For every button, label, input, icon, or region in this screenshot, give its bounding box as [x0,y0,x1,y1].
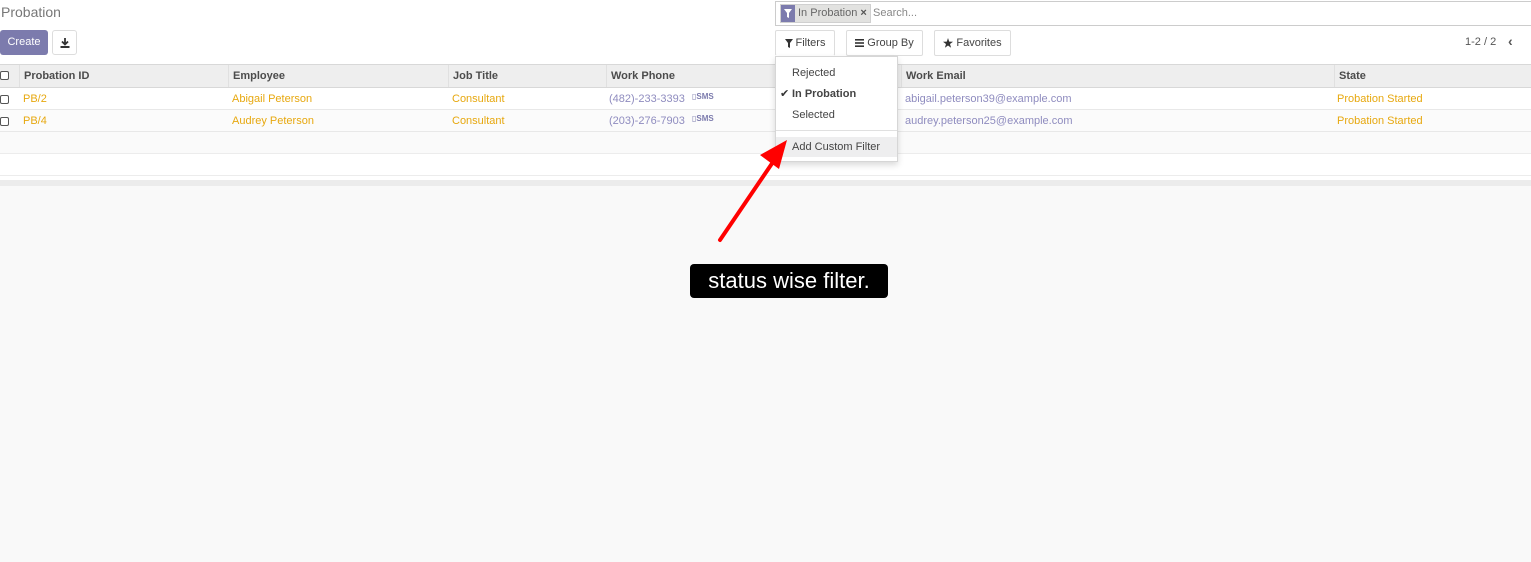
table-row[interactable]: PB/2 Abigail Peterson Consultant (482)-2… [0,88,1531,110]
star-icon [943,38,954,48]
column-probation-id[interactable]: Probation ID [19,65,228,87]
group-by-button[interactable]: Group By [846,30,923,56]
select-all-checkbox[interactable] [0,71,9,80]
filters-button[interactable]: Filters [775,30,835,56]
download-icon [60,37,69,48]
add-custom-filter-button[interactable]: Add Custom Filter [776,137,897,157]
favorites-button[interactable]: Favorites [934,30,1011,56]
sms-button[interactable]: ▯SMS [692,110,714,128]
list-icon [855,39,865,47]
search-facet[interactable]: In Probation × [780,4,871,23]
row-checkbox[interactable] [0,117,9,126]
filter-option-label: In Probation [792,88,857,100]
facet-label: In Probation [798,7,858,19]
sms-label: SMS [696,92,714,101]
work-phone-cell[interactable]: (203)-276-7903 [605,110,685,132]
search-bar[interactable]: In Probation × [775,1,1531,26]
page-title: Probation [1,4,61,20]
job-title-cell: Consultant [452,93,505,105]
control-panel: Probation Create In Probation × Filters … [0,0,1531,64]
column-job-title[interactable]: Job Title [448,65,606,87]
filters-label: Filters [795,37,826,49]
column-state[interactable]: State [1334,65,1531,87]
table-row[interactable]: PB/4 Audrey Peterson Consultant (203)-27… [0,110,1531,132]
filter-option-selected[interactable]: Selected [776,105,897,125]
state-cell: Probation Started [1337,93,1423,105]
column-work-email[interactable]: Work Email [901,65,1334,87]
horizontal-scrollbar[interactable] [0,180,1531,186]
list-table: Probation ID Employee Job Title Work Pho… [0,64,1531,180]
filter-option-label: Rejected [792,67,836,79]
empty-row [0,154,1531,176]
employee-cell: Audrey Peterson [232,115,314,127]
dropdown-divider [776,130,897,131]
search-input[interactable] [873,7,1513,19]
job-title-cell: Consultant [452,115,505,127]
work-email-cell[interactable]: audrey.peterson25@example.com [901,110,1073,132]
column-employee[interactable]: Employee [228,65,448,87]
create-button[interactable]: Create [0,30,48,55]
filter-option-in-probation[interactable]: ✔ In Probation [776,84,897,104]
sms-label: SMS [696,114,714,123]
employee-cell: Abigail Peterson [232,93,313,105]
probation-id-cell: PB/4 [23,115,47,127]
download-button[interactable] [52,30,77,55]
chevron-left-icon[interactable]: ‹ [1508,33,1513,49]
facet-remove-icon[interactable]: × [860,5,869,22]
check-icon: ✔ [780,88,790,100]
filter-icon [784,38,793,48]
filter-option-label: Selected [792,109,835,121]
annotation-label: status wise filter. [690,264,888,298]
row-checkbox[interactable] [0,95,9,104]
empty-row [0,132,1531,154]
probation-id-cell: PB/2 [23,93,47,105]
sms-button[interactable]: ▯SMS [692,88,714,106]
work-email-cell[interactable]: abigail.peterson39@example.com [901,88,1071,110]
filter-icon [781,5,795,22]
favorites-label: Favorites [956,37,1002,49]
table-header: Probation ID Employee Job Title Work Pho… [0,64,1531,88]
group-by-label: Group By [867,37,914,49]
pager-value[interactable]: 1-2 / 2 [1465,36,1496,48]
work-phone-cell[interactable]: (482)-233-3393 [605,88,685,110]
state-cell: Probation Started [1337,115,1423,127]
filter-option-rejected[interactable]: Rejected [776,63,897,83]
filters-dropdown: Rejected ✔ In Probation Selected Add Cus… [775,56,898,162]
